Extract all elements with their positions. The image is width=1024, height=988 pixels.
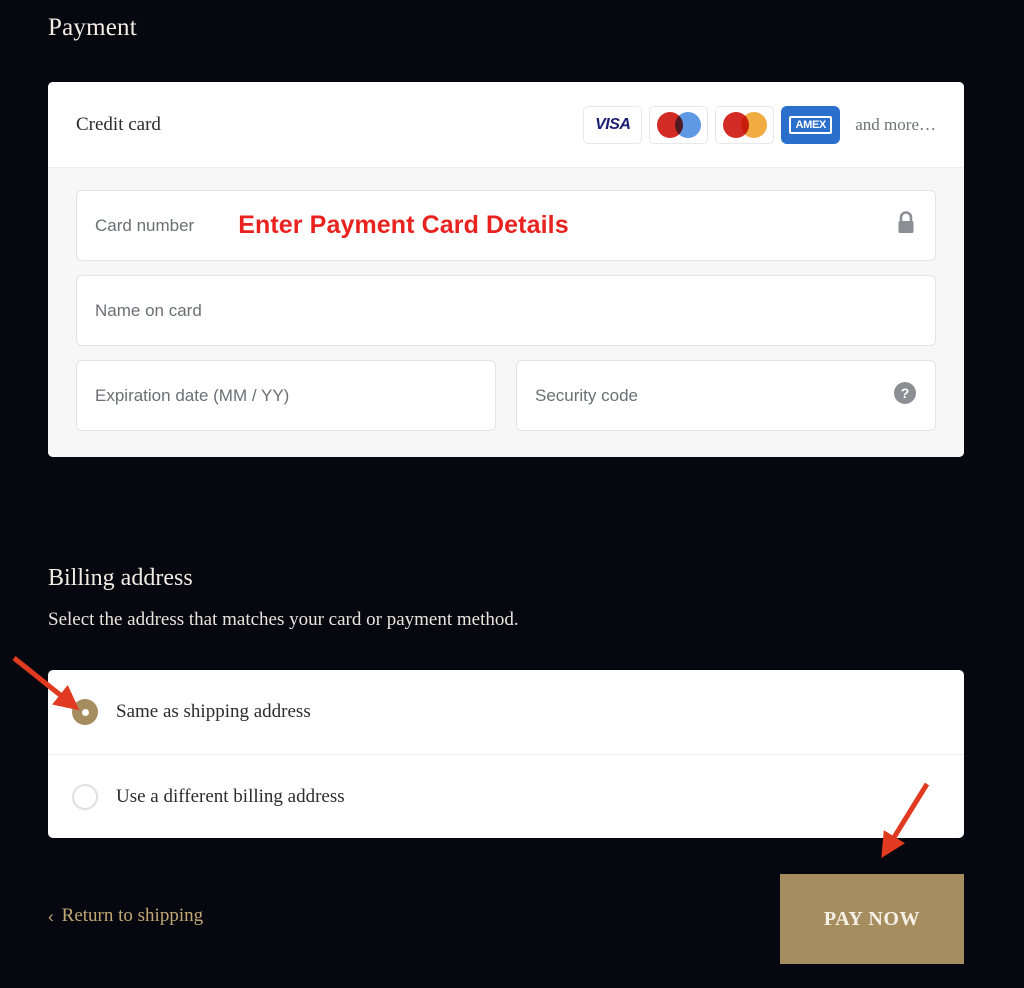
credit-card-label: Credit card	[76, 113, 161, 135]
billing-address-options: Same as shipping address Use a different…	[48, 670, 964, 838]
expiration-date-placeholder: Expiration date (MM / YY)	[95, 385, 290, 405]
return-to-shipping-label: Return to shipping	[61, 905, 204, 926]
maestro-icon	[649, 105, 709, 144]
checkout-payment-page: Payment Credit card VISA AMEX and more… …	[0, 0, 1024, 988]
security-code-placeholder: Security code	[535, 385, 638, 405]
svg-text:?: ?	[901, 385, 910, 401]
amex-icon: AMEX	[781, 105, 841, 144]
card-number-field[interactable]: Card number Enter Payment Card Details	[76, 190, 936, 261]
mastercard-icon	[715, 105, 775, 144]
expiration-date-field[interactable]: Expiration date (MM / YY)	[76, 360, 496, 431]
billing-option-same-as-shipping[interactable]: Same as shipping address	[48, 670, 964, 754]
page-title: Payment	[48, 14, 137, 41]
expiry-security-row: Expiration date (MM / YY) Security code …	[76, 360, 936, 431]
name-on-card-field[interactable]: Name on card	[76, 275, 936, 346]
credit-card-header: Credit card VISA AMEX and more…	[48, 82, 964, 168]
billing-option-different-address[interactable]: Use a different billing address	[48, 754, 964, 838]
security-code-field[interactable]: Security code ?	[516, 360, 936, 431]
radio-unselected-icon[interactable]	[72, 783, 98, 810]
lock-icon	[895, 210, 917, 241]
credit-card-panel: Credit card VISA AMEX and more… Card num…	[48, 82, 964, 457]
enter-card-details-annotation: Enter Payment Card Details	[238, 211, 569, 239]
return-to-shipping-link[interactable]: ‹ Return to shipping	[48, 905, 203, 927]
billing-address-subtitle: Select the address that matches your car…	[48, 609, 519, 630]
chevron-left-icon: ‹	[48, 906, 54, 926]
billing-address-title: Billing address	[48, 565, 193, 591]
card-form: Card number Enter Payment Card Details N…	[48, 168, 964, 457]
visa-icon: VISA	[583, 105, 643, 144]
card-number-placeholder: Card number	[95, 215, 195, 235]
billing-option-label: Use a different billing address	[116, 785, 345, 807]
and-more-label: and more…	[855, 114, 936, 134]
card-brand-list: VISA AMEX and more…	[583, 105, 936, 144]
radio-selected-icon[interactable]	[72, 699, 98, 725]
pay-now-button[interactable]: PAY NOW	[780, 874, 964, 964]
billing-option-label: Same as shipping address	[116, 701, 311, 722]
help-icon[interactable]: ?	[893, 381, 917, 410]
name-on-card-placeholder: Name on card	[95, 300, 202, 320]
